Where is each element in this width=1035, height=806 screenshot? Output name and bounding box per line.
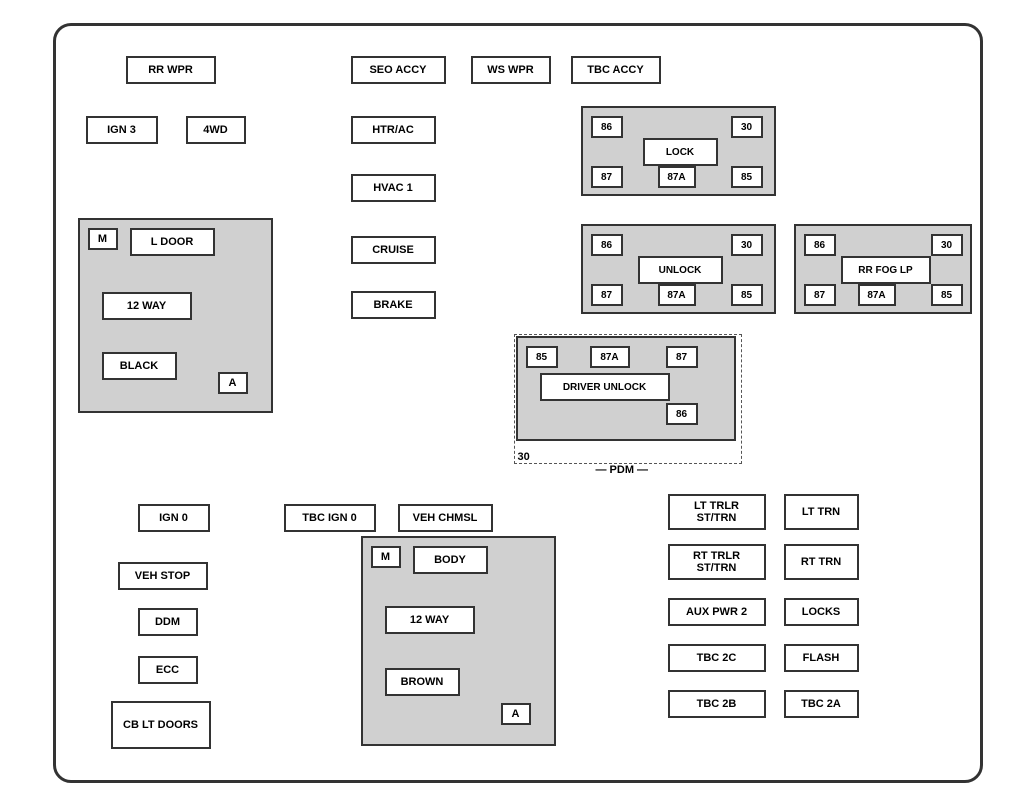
hvac1-box: HVAC 1 — [351, 174, 436, 202]
ddm-box: DDM — [138, 608, 198, 636]
ecc-box: ECC — [138, 656, 198, 684]
twelve-way-2: 12 WAY — [385, 606, 475, 634]
ign3-box: IGN 3 — [86, 116, 158, 144]
veh-stop-box: VEH STOP — [118, 562, 208, 590]
lock-85: 85 — [731, 166, 763, 188]
black-label: BLACK — [102, 352, 177, 380]
locks-box: LOCKS — [784, 598, 859, 626]
tbc-2a-box: TBC 2A — [784, 690, 859, 718]
aux-pwr2-box: AUX PWR 2 — [668, 598, 766, 626]
rr-wpr-box: RR WPR — [126, 56, 216, 84]
lt-trn-box: LT TRN — [784, 494, 859, 530]
lock-86: 86 — [591, 116, 623, 138]
main-diagram: RR WPR SEO ACCY WS WPR TBC ACCY IGN 3 4W… — [53, 23, 983, 783]
brake-box: BRAKE — [351, 291, 436, 319]
unlock-86: 86 — [591, 234, 623, 256]
twelve-way-1: 12 WAY — [102, 292, 192, 320]
lt-trlr-box: LT TRLR ST/TRN — [668, 494, 766, 530]
unlock-87: 87 — [591, 284, 623, 306]
unlock-30: 30 — [731, 234, 763, 256]
brown-label: BROWN — [385, 668, 460, 696]
m-ldoor: M — [88, 228, 118, 250]
ign0-box: IGN 0 — [138, 504, 210, 532]
htr-ac-box: HTR/AC — [351, 116, 436, 144]
rt-trlr-box: RT TRLR ST/TRN — [668, 544, 766, 580]
tbc-accy-box: TBC ACCY — [571, 56, 661, 84]
rr-fog-relay-group: 86 30 RR FOG LP 87 87A 85 — [794, 224, 972, 314]
lock-87: 87 — [591, 166, 623, 188]
a2-label: A — [501, 703, 531, 725]
flash-box: FLASH — [784, 644, 859, 672]
tbc-2c-box: TBC 2C — [668, 644, 766, 672]
unlock-87a: 87A — [658, 284, 696, 306]
pdm-border — [514, 334, 742, 464]
fog-86: 86 — [804, 234, 836, 256]
rt-trn-box: RT TRN — [784, 544, 859, 580]
a1-label: A — [218, 372, 248, 394]
unlock-85: 85 — [731, 284, 763, 306]
m-body: M — [371, 546, 401, 568]
seo-accy-box: SEO ACCY — [351, 56, 446, 84]
lock-relay-group: 86 30 LOCK 87 87A 85 — [581, 106, 776, 196]
lock-30: 30 — [731, 116, 763, 138]
unlock-relay-group: 86 30 UNLOCK 87 87A 85 — [581, 224, 776, 314]
l-door-label: L DOOR — [130, 228, 215, 256]
ldoor-group: M L DOOR 12 WAY BLACK A — [78, 218, 273, 413]
cruise-box: CRUISE — [351, 236, 436, 264]
fog-30: 30 — [931, 234, 963, 256]
tbc-ign0-box: TBC IGN 0 — [284, 504, 376, 532]
fog-87a: 87A — [858, 284, 896, 306]
lock-label: LOCK — [643, 138, 718, 166]
lock-87a: 87A — [658, 166, 696, 188]
fog-label: RR FOG LP — [841, 256, 931, 284]
cb-lt-doors-box: CB LT DOORS — [111, 701, 211, 749]
fwd-box: 4WD — [186, 116, 246, 144]
veh-chmsl-box: VEH CHMSL — [398, 504, 493, 532]
pdm-text: — PDM — — [596, 464, 649, 476]
body-label: BODY — [413, 546, 488, 574]
ws-wpr-box: WS WPR — [471, 56, 551, 84]
fog-85: 85 — [931, 284, 963, 306]
fog-87: 87 — [804, 284, 836, 306]
unlock-label: UNLOCK — [638, 256, 723, 284]
body-group: M BODY 12 WAY BROWN A — [361, 536, 556, 746]
tbc-2b-box: TBC 2B — [668, 690, 766, 718]
